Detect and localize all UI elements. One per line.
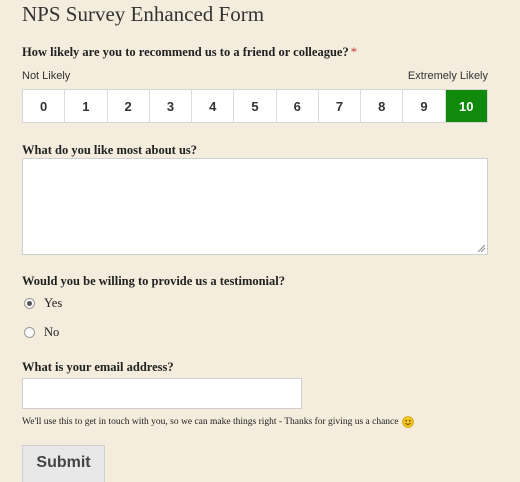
nps-option-9[interactable]: 9	[403, 90, 446, 122]
resize-grip-icon[interactable]	[477, 244, 485, 252]
submit-button[interactable]: Submit	[22, 445, 105, 482]
nps-option-1[interactable]: 1	[65, 90, 108, 122]
likes-textarea[interactable]	[22, 158, 488, 255]
nps-low-label: Not Likely	[22, 70, 71, 82]
radio-no[interactable]	[24, 327, 35, 338]
email-helper-text: We'll use this to get in touch with you,…	[22, 415, 415, 429]
testimonial-option-no[interactable]: No	[24, 325, 59, 340]
nps-question-label: How likely are you to recommend us to a …	[22, 44, 357, 60]
nps-option-10[interactable]: 10	[445, 90, 487, 122]
nps-option-2[interactable]: 2	[108, 90, 150, 122]
nps-option-5[interactable]: 5	[234, 90, 277, 122]
nps-option-4[interactable]: 4	[192, 90, 235, 122]
likes-question-label: What do you like most about us?	[22, 143, 198, 157]
testimonial-question-label: Would you be willing to provide us a tes…	[22, 274, 286, 288]
form-title: NPS Survey Enhanced Form	[22, 2, 265, 26]
radio-no-label: No	[44, 325, 60, 339]
nps-option-0[interactable]: 0	[23, 90, 66, 122]
nps-option-8[interactable]: 8	[361, 90, 404, 122]
radio-yes[interactable]	[24, 298, 35, 309]
email-helper-label: We'll use this to get in touch with you,…	[22, 417, 399, 427]
smiley-emoji-icon	[402, 416, 415, 428]
nps-option-3[interactable]: 3	[150, 90, 193, 122]
email-question-label: What is your email address?	[22, 360, 174, 374]
radio-selected-dot	[27, 301, 32, 306]
nps-scale: 0 1 2 3 4 5 6 7 8 9 10	[22, 89, 488, 123]
radio-yes-label: Yes	[44, 296, 63, 310]
required-marker: *	[350, 45, 357, 59]
nps-option-7[interactable]: 7	[319, 90, 362, 122]
email-input[interactable]	[22, 378, 302, 409]
testimonial-option-yes[interactable]: Yes	[24, 296, 62, 311]
nps-high-label: Extremely Likely	[407, 70, 488, 82]
nps-question-text: How likely are you to recommend us to a …	[22, 45, 349, 59]
nps-option-6[interactable]: 6	[277, 90, 319, 122]
